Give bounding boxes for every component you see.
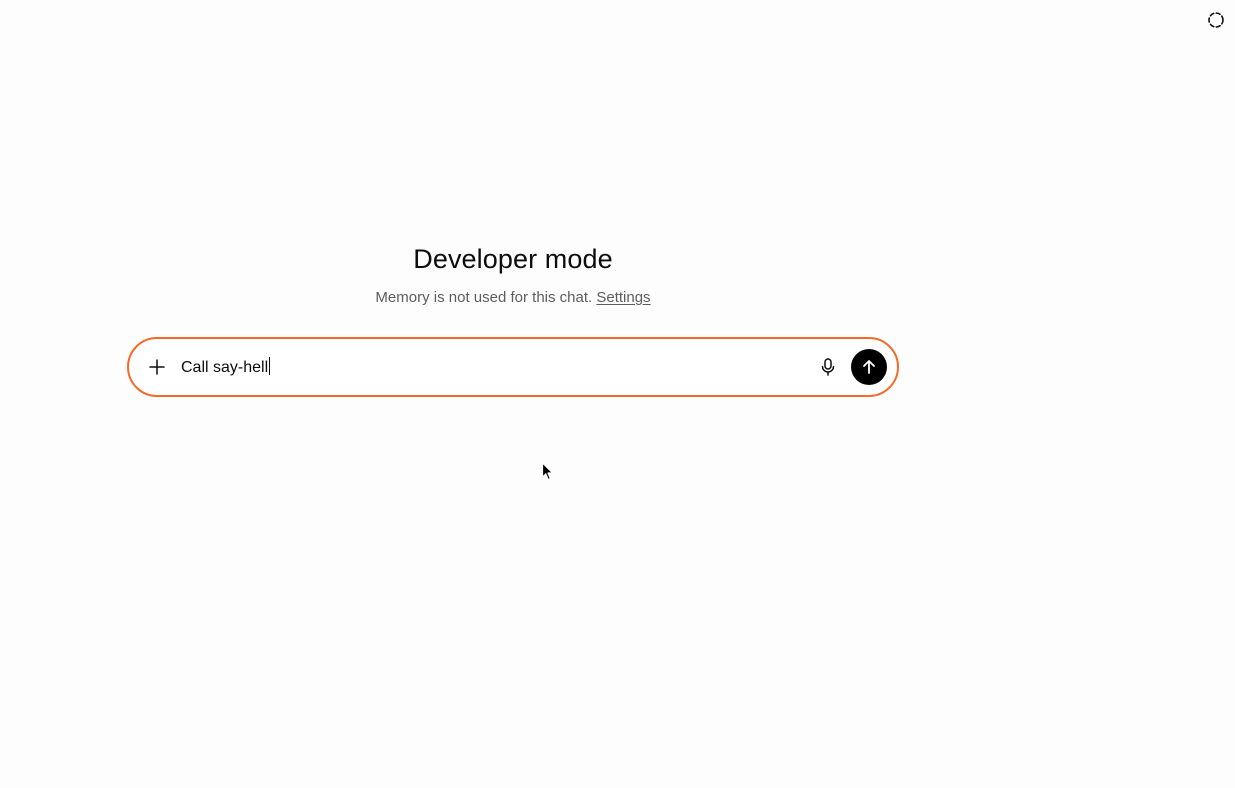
mouse-pointer-icon (541, 462, 554, 481)
microphone-icon (821, 358, 835, 376)
add-attachment-button[interactable] (145, 355, 169, 379)
memory-notice-text: Memory is not used for this chat. (375, 289, 593, 306)
text-caret (269, 357, 271, 375)
page: Developer mode Memory is not used for th… (0, 0, 1235, 788)
prompt-input-text: Call say-hell (181, 359, 269, 376)
arrow-up-icon (863, 360, 875, 374)
memory-notice: Memory is not used for this chat. Settin… (0, 289, 1026, 306)
chat-composer: Call say-hell (127, 337, 899, 397)
page-title: Developer mode (413, 244, 613, 274)
prompt-input[interactable]: Call say-hell (181, 357, 271, 378)
send-button[interactable] (851, 349, 887, 385)
temporary-chat-button[interactable] (1204, 8, 1228, 32)
settings-link[interactable]: Settings (596, 289, 650, 306)
dashed-circle-icon (1208, 12, 1224, 28)
dictate-button[interactable] (816, 355, 840, 379)
plus-icon (149, 359, 165, 375)
